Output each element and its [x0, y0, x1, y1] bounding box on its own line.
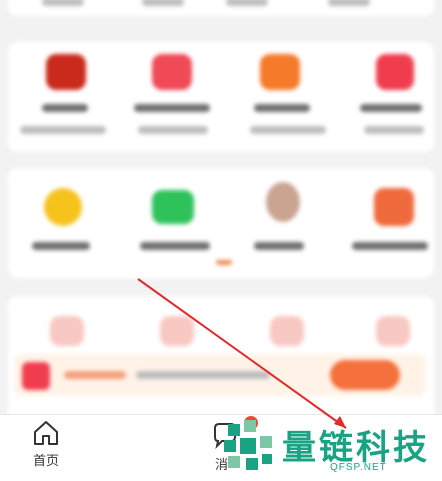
tab-home[interactable]: 首页 — [22, 418, 70, 474]
promo-banner — [14, 354, 426, 396]
service-grid-row-1 — [8, 42, 434, 152]
top-card-strip — [8, 0, 434, 16]
home-icon — [34, 421, 58, 445]
watermark-url: QFSP.NET — [330, 462, 387, 473]
watermark: 量链科技 QFSP.NET — [218, 414, 442, 480]
service-grid-row-2 — [8, 168, 434, 278]
tab-home-label: 首页 — [32, 453, 59, 468]
watermark-logo — [224, 420, 272, 470]
